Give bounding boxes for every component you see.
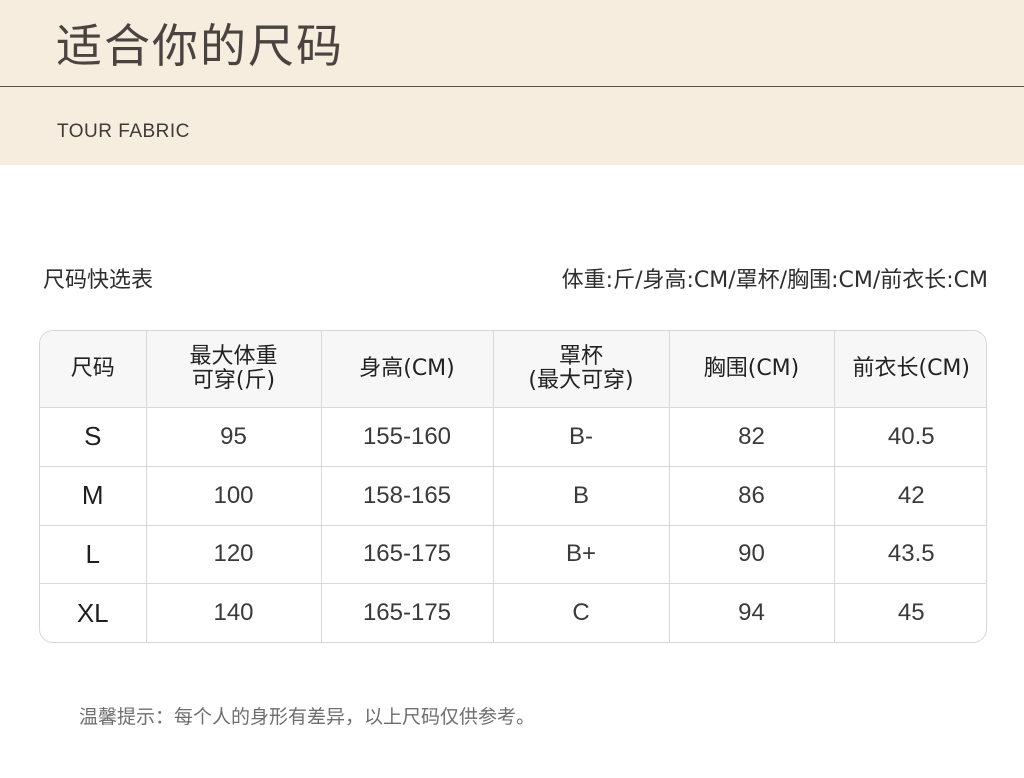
- front-length-cell: 45: [897, 599, 925, 627]
- column-header-height: 身高(CM): [321, 331, 494, 408]
- table-row: S 95 155-160 B- 82 40.5: [40, 407, 986, 467]
- front-length-cell: 40.5: [834, 407, 986, 467]
- cup-cell: B: [493, 466, 670, 526]
- table-row: XL 140 165-175 C 94 45: [40, 583, 986, 642]
- page-title: 适合你的尺码: [56, 19, 344, 73]
- size-cell: XL: [40, 583, 147, 642]
- max-weight-cell: 140: [146, 583, 322, 642]
- bust-cell: 82: [669, 407, 835, 467]
- cup-cell: B+: [493, 525, 670, 585]
- column-header-front-length: 前衣长(CM): [834, 331, 986, 408]
- table-header-row: 尺码 最大体重 可穿(斤) 身高(CM) 罩杯 (最大可穿) 胸围(CM) 前衣: [40, 331, 986, 408]
- units-note: 体重:斤/身高:CM/罩杯/胸围:CM/前衣长:CM: [561, 268, 988, 293]
- size-cell: S: [40, 407, 147, 467]
- max-weight-cell: 100: [146, 466, 322, 526]
- bust-cell: 94: [669, 583, 835, 642]
- header-band: 适合你的尺码 TOUR FABRIC: [0, 0, 1024, 165]
- front-length-cell: 42: [834, 466, 986, 526]
- bust-cell: 86: [669, 466, 835, 526]
- cup-cell: C: [493, 583, 670, 642]
- height-cell: 158-165: [321, 466, 494, 526]
- header-divider: [0, 86, 1024, 87]
- size-chart-table: 尺码 最大体重 可穿(斤) 身高(CM) 罩杯 (最大可穿) 胸围(CM) 前衣: [39, 330, 987, 643]
- front-length-cell: 43.5: [834, 525, 986, 585]
- footnote: 温馨提示：每个人的身形有差异，以上尺码仅供参考。: [79, 706, 536, 728]
- section-label: 尺码快选表: [43, 268, 154, 293]
- height-cell: 165-175: [321, 525, 494, 585]
- cup-cell: B-: [493, 407, 670, 467]
- table-row: L 120 165-175 B+ 90 43.5: [40, 525, 986, 585]
- max-weight-cell: 120: [146, 525, 322, 585]
- height-cell: 155-160: [321, 407, 494, 467]
- column-header-cup: 罩杯 (最大可穿): [493, 331, 670, 408]
- size-cell: L: [40, 525, 147, 585]
- column-header-size: 尺码: [40, 331, 147, 408]
- size-cell: M: [40, 466, 147, 526]
- table-row: M 100 158-165 B 86 42: [40, 466, 986, 526]
- height-cell: 165-175: [321, 583, 494, 642]
- size-table: 尺码 最大体重 可穿(斤) 身高(CM) 罩杯 (最大可穿) 胸围(CM) 前衣: [40, 331, 986, 642]
- column-header-max-weight: 最大体重 可穿(斤): [146, 331, 322, 408]
- column-header-bust: 胸围(CM): [669, 331, 835, 408]
- bust-cell: 90: [669, 525, 835, 585]
- max-weight-cell: 95: [146, 407, 322, 467]
- brand-subtitle: TOUR FABRIC: [57, 121, 190, 142]
